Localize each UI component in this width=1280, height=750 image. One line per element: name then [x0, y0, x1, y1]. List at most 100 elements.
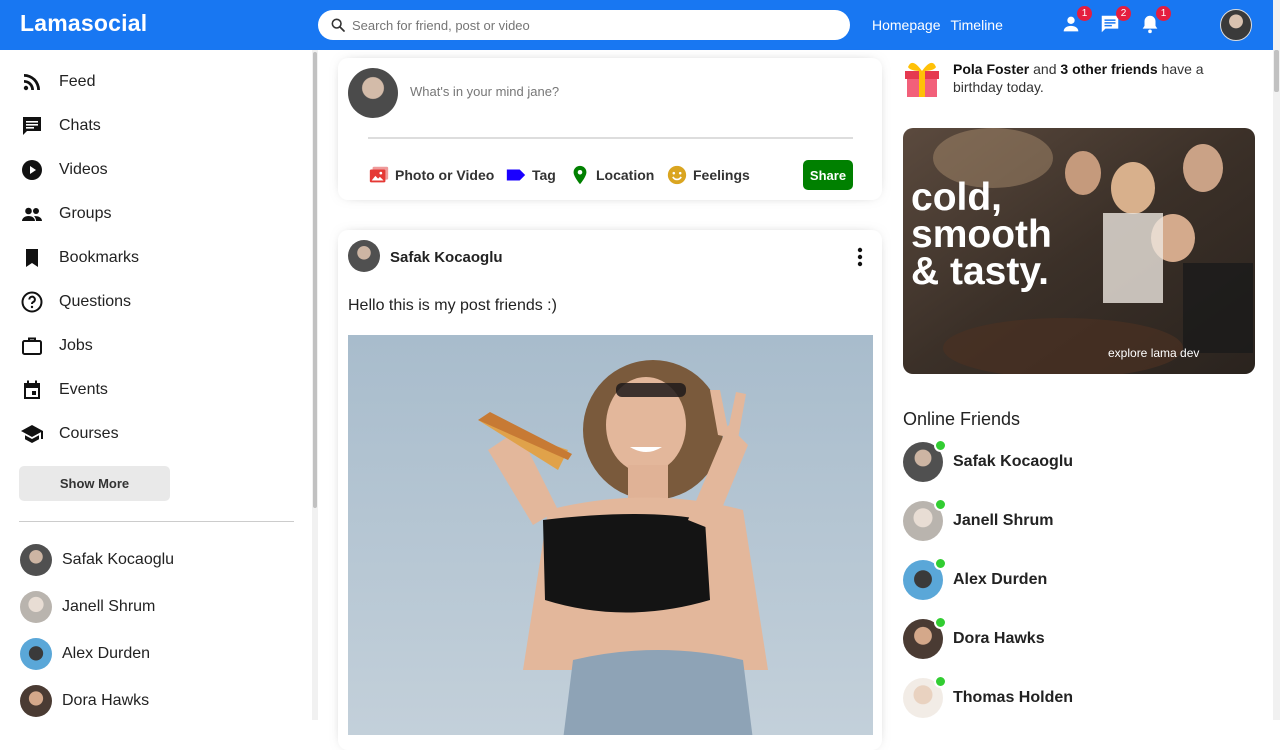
avatar [20, 685, 52, 717]
ad-caption: explore lama dev [1108, 346, 1199, 360]
share-button[interactable]: Share [803, 160, 853, 190]
page-scrollbar[interactable] [1273, 0, 1280, 720]
online-friend-item[interactable]: Safak Kocaoglu [903, 439, 1074, 482]
chat-icon [23, 117, 41, 135]
friend-list-item[interactable]: Janell Shrum [20, 591, 155, 623]
friend-name: Janell Shrum [62, 598, 156, 615]
birthday-notice: Pola Foster and 3 other friends have a b… [903, 57, 1243, 101]
share-divider [368, 137, 853, 139]
online-friend-item[interactable]: Janell Shrum [903, 498, 1054, 541]
friend-name: Dora Hawks [62, 692, 150, 709]
school-icon [21, 425, 43, 443]
friend-name: Thomas Holden [953, 689, 1074, 706]
avatar [20, 544, 52, 576]
photo-video-option[interactable]: Photo or Video [368, 164, 494, 186]
sidebar-item-chats[interactable]: Chats [20, 113, 101, 139]
friend-list-item[interactable]: Dora Hawks [20, 685, 149, 717]
sidebar-item-label: Feed [59, 73, 96, 90]
rss-feed-icon [23, 74, 40, 91]
sidebar-item-bookmarks[interactable]: Bookmarks [20, 245, 139, 271]
online-status-dot [934, 557, 947, 570]
sidebar-item-groups[interactable]: Groups [20, 201, 111, 227]
option-label: Photo or Video [395, 167, 495, 183]
post-photo [348, 335, 873, 735]
birthday-text: Pola Foster and 3 other friends have a b… [953, 61, 1204, 95]
help-circle-icon [21, 291, 43, 313]
sidebar-item-jobs[interactable]: Jobs [20, 333, 93, 359]
tag-option[interactable]: Tag [505, 164, 556, 186]
location-option[interactable]: Location [569, 164, 654, 186]
avatar [20, 638, 52, 670]
top-links: Homepage Timeline [872, 17, 1003, 33]
avatar[interactable] [348, 240, 380, 272]
option-label: Tag [532, 167, 556, 183]
online-status-dot [934, 675, 947, 688]
ad-headline-line-3: & tasty. [911, 250, 1049, 293]
post-card: Safak Kocaoglu Hello this is my post fri… [338, 230, 882, 750]
option-label: Feelings [693, 167, 750, 183]
sidebar-item-label: Videos [59, 161, 108, 178]
sidebar-item-label: Questions [59, 293, 132, 310]
more-vert-icon[interactable] [850, 246, 870, 268]
group-icon [22, 207, 42, 221]
work-outline-icon [22, 337, 42, 355]
bookmark-icon [26, 249, 38, 267]
timeline-link[interactable]: Timeline [951, 17, 1003, 33]
share-box: Photo or Video Tag Location Feelings Sha… [338, 58, 882, 200]
sidebar-item-label: Courses [59, 425, 119, 442]
show-more-button[interactable]: Show More [19, 466, 170, 501]
avatar[interactable] [348, 68, 398, 118]
online-friend-item[interactable]: Dora Hawks [903, 616, 1045, 659]
notifications-button[interactable]: 1 [1139, 6, 1171, 37]
search-icon [331, 18, 345, 32]
left-sidebar: Feed Chats Videos Groups Bookmarks Quest… [0, 50, 318, 720]
friend-list-item[interactable]: Safak Kocaoglu [20, 544, 174, 576]
profile-avatar[interactable] [1220, 9, 1252, 41]
location-icon [573, 165, 587, 185]
sidebar-item-events[interactable]: Events [20, 377, 108, 403]
notification-badge: 1 [1156, 6, 1171, 21]
friend-name: Alex Durden [62, 645, 151, 662]
friend-name: Alex Durden [953, 571, 1048, 588]
notification-badge: 1 [1077, 6, 1092, 21]
friend-name: Janell Shrum [953, 512, 1054, 529]
sidebar-item-videos[interactable]: Videos [20, 157, 108, 183]
option-label: Location [596, 167, 655, 183]
online-status-dot [934, 498, 947, 511]
birthday-name[interactable]: Pola Foster [953, 61, 1029, 77]
sidebar-scrollbar-thumb[interactable] [313, 52, 317, 508]
sidebar-item-label: Events [59, 381, 108, 398]
friend-name: Dora Hawks [953, 630, 1045, 647]
search-input[interactable] [352, 17, 832, 33]
share-input[interactable] [410, 84, 810, 99]
sidebar-item-feed[interactable]: Feed [20, 69, 95, 95]
feelings-option[interactable]: Feelings [666, 164, 750, 186]
online-friends-title: Online Friends [903, 409, 1021, 429]
homepage-link[interactable]: Homepage [872, 17, 941, 33]
post-text: Hello this is my post friends :) [348, 297, 557, 314]
messages-button[interactable]: 2 [1099, 6, 1131, 37]
friend-requests-button[interactable]: 1 [1060, 6, 1092, 37]
sidebar-item-label: Groups [59, 205, 112, 222]
top-bar: Lamasocial Homepage Timeline 1 2 1 [0, 0, 1280, 50]
photo-icon [369, 166, 389, 183]
notification-badge: 2 [1116, 6, 1131, 21]
online-status-dot [934, 439, 947, 452]
ad-image: cold, smooth & tasty. explore lama dev [903, 128, 1255, 374]
app-logo[interactable]: Lamasocial [20, 10, 147, 37]
friend-list-item[interactable]: Alex Durden [20, 638, 150, 670]
ad-banner[interactable]: cold, smooth & tasty. explore lama dev [903, 128, 1255, 374]
page-scrollbar-thumb[interactable] [1274, 50, 1279, 92]
online-friend-item[interactable]: Alex Durden [903, 557, 1048, 600]
sidebar-item-courses[interactable]: Courses [20, 421, 119, 447]
friend-name: Safak Kocaoglu [62, 551, 175, 568]
sidebar-divider [19, 521, 294, 522]
online-friend-item[interactable]: Thomas Holden [903, 675, 1074, 718]
friend-name: Safak Kocaoglu [953, 453, 1074, 470]
search-bar[interactable] [318, 10, 850, 40]
post-image[interactable] [348, 335, 873, 735]
post-username[interactable]: Safak Kocaoglu [390, 249, 503, 266]
sidebar-item-questions[interactable]: Questions [20, 289, 131, 315]
birthday-others[interactable]: 3 other friends [1060, 61, 1157, 77]
label-icon [506, 169, 526, 181]
